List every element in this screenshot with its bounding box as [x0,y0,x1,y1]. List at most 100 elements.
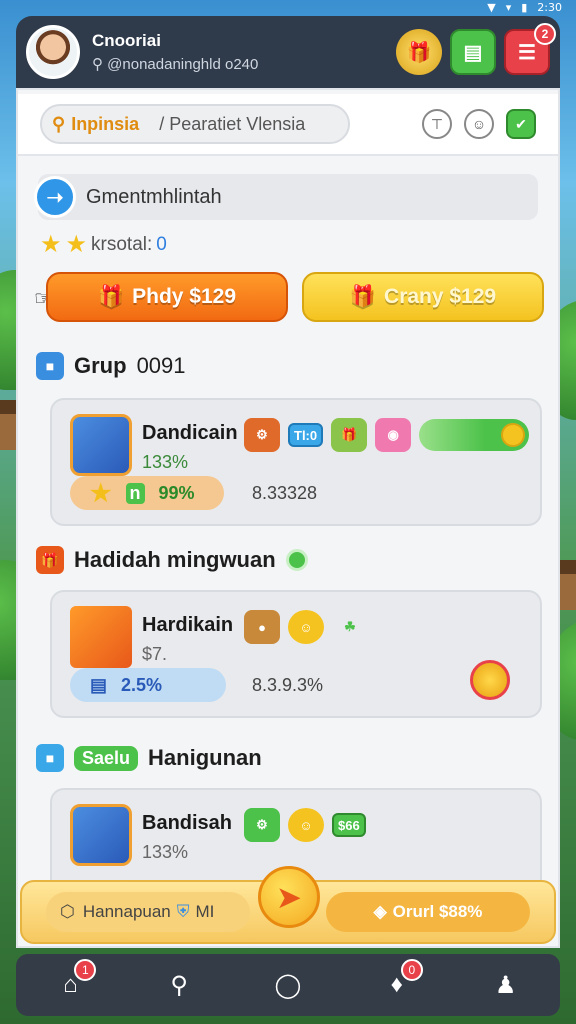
greeting-row: ➝ Gmentmhlintah [34,174,538,220]
status-bar: ▼ ▾ ▮ 2:30 [0,0,576,14]
nav-profile[interactable]: ♟ [486,965,526,1005]
main-panel: ⚲ Inpinsia / Pearatiet Vlensia ⊤ ☺ ✔ ➝ G… [16,88,560,948]
section-pill: Saelu [74,745,139,771]
section-title: 🎁 Hadidah mingwuan [36,546,308,574]
leaderboard-button[interactable]: ▤ [450,29,496,75]
card-subtitle: 133% [142,842,189,862]
gift-icon: 🎁 [406,41,432,64]
cube-icon: ■ [36,352,64,380]
info-icon: ➝ [34,176,76,218]
star-icon: ★ [65,231,88,258]
home-badge: 1 [74,959,97,981]
buy-secondary-button[interactable]: 🎁 Crany $129 [302,272,544,322]
card-title: Dandicain [142,422,238,444]
arrow-icon: ➤ [277,881,301,913]
banner-right: ◈ Orurl $88% [326,892,530,932]
menu-badge: 2 [534,23,556,45]
gift-icon: 🎁 [97,285,125,308]
coin-icon [501,423,526,447]
shield-icon: ⛨ [176,902,190,921]
battery-icon: ▮ [521,0,528,14]
signal-icon: ▾ [505,0,512,14]
search-icon: ⚲ [52,113,66,134]
truck-icon [70,414,132,476]
gift-icon: 🎁 [331,418,368,452]
user-handle: ⚲ @nonadaninghld o240 [92,56,259,73]
search-icon: ⚲ [170,971,188,999]
truck-icon [70,804,132,866]
card-trailing-value: 8.3.9.3% [252,675,324,695]
cube-icon: ■ [36,744,64,772]
bag-icon: ◈ [373,902,387,921]
search-placeholder: / Pearatiet Vlensia [159,113,306,134]
rating-label: krsotal: [91,233,153,255]
progress-pill: ▤ 2.5% [70,668,226,702]
greeting-text: Gmentmhlintah [86,185,222,208]
chat-icon: ☺ [471,116,487,132]
card-subtitle: 133% [142,452,189,472]
claim-button[interactable]: ➤ [258,866,320,928]
leaf-icon: ☘ [344,619,356,634]
reward-items: ⚙ Tl:0 🎁 ◉ [244,418,530,452]
reward-items: ⚙ ☺ $66 [244,808,366,842]
status-dot [285,549,308,571]
gift-icon: 🎁 [36,546,64,574]
settings-button[interactable]: ⊤ [422,109,452,139]
hexagon-icon: ⬡ [60,902,75,921]
coin-icon: ☺ [288,610,324,644]
profile-header: Cnooriai ⚲ @nonadaninghld o240 🎁 ▤ ☰ 2 [16,16,560,88]
user-name: Cnooriai [92,31,161,50]
nav-center[interactable]: ◯ [268,965,308,1005]
circle-icon: ◯ [274,971,302,999]
rating-value: 0 [156,233,167,255]
bottom-nav: ⌂ 1 ⚲ ◯ ♦ 0 ♟ [16,954,560,1016]
card-trailing-value: 8.33328 [252,483,318,503]
star-icon: ★ [90,479,112,507]
avatar[interactable] [26,25,80,79]
section-title: ■ Grup 0091 [36,352,186,380]
reward-items: ● ☺ ☘ [244,610,368,644]
clock: 2:30 [537,0,562,14]
gift-icon: 🎁 [349,285,377,308]
reward-card[interactable]: Hardikain $7. ● ☺ ☘ ▤ 2.5% 8.3.9.3% [50,590,542,718]
user-icon: ♟ [494,971,517,999]
star-icon: ★ [40,231,62,258]
tractor-icon: ⚙ [244,418,280,452]
bell-icon: ♦ [390,971,403,998]
menu-icon: ☰ [518,41,536,64]
bag-icon: ● [244,610,280,644]
filter-icon: ⊤ [430,115,444,132]
leaderboard-icon: ▤ [463,41,483,64]
bag-icon: ◉ [375,418,412,452]
note-icon: ▤ [90,674,108,695]
progress-bar [419,419,530,451]
confirm-button[interactable]: ✔ [506,109,536,139]
gift-box-icon [70,606,132,668]
notif-badge: 0 [400,959,423,981]
card-subtitle: $7. [142,644,168,664]
search-icon: ⚲ [92,56,103,73]
coin-icon [470,660,510,700]
chat-button[interactable]: ☺ [464,109,494,139]
nav-home[interactable]: ⌂ 1 [50,959,97,1005]
search-input[interactable]: ⚲ Inpinsia / Pearatiet Vlensia [40,104,350,144]
coin-icon: ☺ [288,808,324,842]
wifi-icon: ▼ [487,0,496,14]
gift-button[interactable]: 🎁 [396,29,442,75]
item-tag: Tl:0 [288,423,324,447]
progress-pill: ★ n 99% [70,476,224,510]
nav-notifications[interactable]: ♦ 0 [377,959,423,1005]
section-title: ■ Saelu Hanigunan [36,744,262,772]
menu-button[interactable]: ☰ 2 [504,23,556,75]
search-label: Inpinsia [71,113,140,134]
check-icon: ✔ [515,115,527,132]
user-info: Cnooriai ⚲ @nonadaninghld o240 [92,31,388,73]
card-title: Bandisah [142,812,233,834]
reward-card[interactable]: Dandicain 133% ⚙ Tl:0 🎁 ◉ ★ n 99% 8.3332… [50,398,542,526]
search-bar: ⚲ Inpinsia / Pearatiet Vlensia ⊤ ☺ ✔ [18,94,558,156]
card-title: Hardikain [142,614,234,636]
rating-row: ★ ★ krsotal: 0 [40,230,167,259]
tractor-icon: ⚙ [244,808,280,842]
nav-search[interactable]: ⚲ [159,965,199,1005]
buy-primary-button[interactable]: 🎁 Phdy $129 [46,272,288,322]
